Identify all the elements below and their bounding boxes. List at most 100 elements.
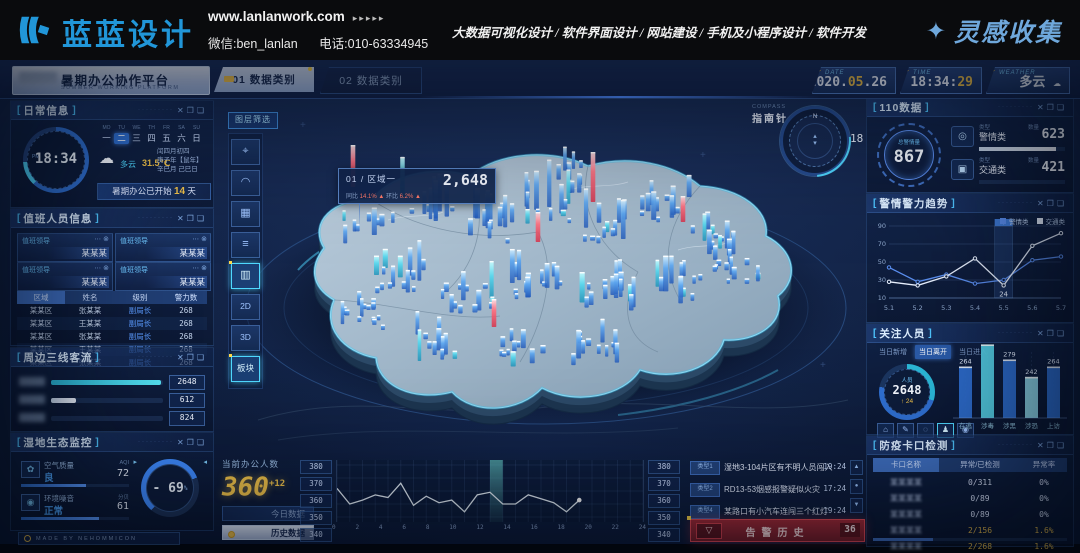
flow-value: 824 bbox=[169, 411, 205, 426]
lanlan-logo-icon bbox=[16, 11, 54, 49]
layer-3d-button[interactable]: 3D bbox=[231, 325, 260, 351]
layer-2d-button[interactable]: 2D bbox=[231, 294, 260, 320]
blurred-label bbox=[19, 395, 45, 404]
checkpoint-row: 某某某某0/3110% bbox=[873, 476, 1067, 490]
brand-website[interactable]: www.lanlanwork.com bbox=[208, 9, 345, 24]
week-row: MO一 TU二 WE三 TH四 FR五 SA六 SU日 bbox=[99, 125, 205, 144]
tab-data-category-2[interactable]: 02 数据类别 bbox=[320, 67, 422, 94]
y-axis-left: 380370360350340 bbox=[300, 460, 332, 545]
sparkle-star-icon: ✦ bbox=[926, 17, 946, 46]
cloud-icon: ☁ bbox=[1053, 75, 1061, 90]
scroll-dot-icon[interactable]: ● bbox=[850, 479, 863, 494]
layer-location-button[interactable]: ⌖ bbox=[231, 139, 260, 165]
alert-time: 17:24 bbox=[823, 484, 846, 493]
scroll-down-icon[interactable]: ▼ bbox=[850, 498, 863, 513]
summer-notice: 暑期办公已开始 14 天 bbox=[97, 183, 211, 200]
expand-icon: ❏ bbox=[197, 214, 207, 223]
gauge-right-arrow: ◂ bbox=[203, 458, 207, 466]
window-controls[interactable]: ✕❐❏ bbox=[1037, 103, 1067, 112]
tab-left-today[interactable]: 当日离开 bbox=[915, 345, 951, 359]
layer-chart-button[interactable]: ▥ bbox=[231, 263, 260, 289]
time-value: 18:34:29 bbox=[910, 75, 973, 90]
brand-contact: www.lanlanwork.com▸▸▸▸▸ 微信:ben_lanlan 电话… bbox=[208, 8, 446, 52]
close-icon: ✕ bbox=[1037, 441, 1047, 450]
duty-leader-card[interactable]: 值班领导⋯ ⊗某某某 bbox=[115, 262, 211, 291]
table-header: 卡口名称异常/已检测异常率 bbox=[873, 458, 1067, 472]
location-pin-icon: ⌖ bbox=[242, 145, 248, 157]
window-controls[interactable]: ✕❐❏ bbox=[177, 106, 207, 115]
svg-text:264: 264 bbox=[1047, 358, 1059, 366]
tab-data-category-1[interactable]: 01 数据类别 bbox=[214, 67, 314, 92]
window-controls[interactable]: ✕❐❏ bbox=[177, 214, 207, 223]
gauge-left-arrow: ▸ bbox=[133, 458, 137, 466]
panel-title: 防疫卡口检测 bbox=[879, 438, 948, 453]
corner-dot bbox=[991, 70, 995, 74]
window-controls[interactable]: ✕❐❏ bbox=[177, 353, 207, 362]
compass-bearing: 18 bbox=[850, 132, 863, 145]
brand-phone: 电话:010-63334945 bbox=[319, 37, 428, 51]
eco-gauge: - 69% bbox=[141, 459, 199, 517]
window-controls[interactable]: ✕❐❏ bbox=[1037, 329, 1067, 338]
restore-icon: ❐ bbox=[1047, 441, 1057, 450]
bus-icon: ▣ bbox=[951, 159, 974, 180]
x-axis-labels: 024681012141618202224 bbox=[332, 524, 646, 531]
svg-text:30: 30 bbox=[878, 276, 886, 284]
close-icon: ✕ bbox=[177, 353, 187, 362]
window-controls[interactable]: ✕❐❏ bbox=[1037, 441, 1067, 450]
platform-title-plate: 暑期办公协作平台 SUMMER WORKING PLATFORM bbox=[12, 66, 210, 95]
credit-footer: MADE BY NEHOMMICON bbox=[18, 532, 180, 545]
alert-text: 湿地3-104片区有不明人员闯入 bbox=[724, 462, 832, 473]
panel-passenger-flow: [周边三线客流]·········✕❐❏ 2648 612 824 bbox=[10, 347, 214, 432]
inspiration-collect[interactable]: ✦ 灵感收集 bbox=[926, 13, 1062, 49]
alarm-history-button[interactable]: ▽ 告警历史 36 bbox=[690, 519, 865, 542]
svg-text:5.6: 5.6 bbox=[1027, 304, 1037, 312]
weekday: FR五 bbox=[159, 125, 174, 144]
weather-value: 多云 ☁ bbox=[1019, 71, 1061, 90]
window-controls[interactable]: ✕❐❏ bbox=[1037, 199, 1067, 208]
layer-grid-button[interactable]: ▦ bbox=[231, 201, 260, 227]
corner-dot bbox=[817, 70, 821, 74]
weekday-active: TU二 bbox=[114, 125, 129, 144]
clock-widget: PM 18:34 bbox=[23, 127, 89, 193]
city-3d-map[interactable] bbox=[238, 90, 854, 450]
layer-list-button[interactable]: ≡ bbox=[231, 232, 260, 258]
alert-text: RD13-53烟感报警疑似火灾 bbox=[724, 484, 820, 495]
restore-icon: ❐ bbox=[1047, 199, 1057, 208]
restore-icon: ❐ bbox=[187, 353, 197, 362]
office-trend-chart bbox=[336, 460, 644, 522]
duty-leader-card[interactable]: 值班领导⋯ ⊗某某某 bbox=[17, 262, 113, 291]
list-icon: ≡ bbox=[242, 238, 248, 250]
panel-checkpoint: [防疫卡口检测]·········✕❐❏ 卡口名称异常/已检测异常率 某某某某0… bbox=[866, 435, 1074, 547]
more-icon: ⋯ ⊗ bbox=[192, 264, 207, 272]
scroll-up-icon[interactable]: ▲ bbox=[850, 460, 863, 475]
svg-text:在逃: 在逃 bbox=[959, 421, 973, 430]
svg-text:10: 10 bbox=[878, 294, 886, 302]
layer-signal-button[interactable]: ◠ bbox=[231, 170, 260, 196]
alarm-count-badge: 36 bbox=[840, 523, 860, 537]
alert-item[interactable]: 类型2RD13-53烟感报警疑似火灾17:24 bbox=[690, 480, 846, 502]
panel-title: 关注人员 bbox=[879, 326, 925, 341]
tooltip-ratios: 同比 14.1% ▲ 环比 6.2% ▲ bbox=[346, 191, 421, 200]
tab-marker-icon bbox=[224, 76, 234, 82]
tooltip-region: 01 / 区域一 bbox=[346, 173, 396, 185]
layer-filter-toolbar: 图层筛选 ⌖ ◠ ▦ ≡ ▥ 2D 3D 板块 bbox=[228, 112, 278, 389]
panel-focus-personnel: [关注人员]·········✕❐❏ 当日新增 当日离开 当日进入 人员 264… bbox=[866, 323, 1074, 435]
tab-new-today[interactable]: 当日新增 bbox=[875, 345, 911, 359]
alert-time: 19:24 bbox=[823, 462, 846, 471]
expand-icon: ❏ bbox=[197, 438, 207, 447]
scrollbar[interactable] bbox=[873, 538, 1067, 541]
close-icon: ✕ bbox=[1037, 329, 1047, 338]
svg-text:242: 242 bbox=[1025, 368, 1037, 376]
window-controls[interactable]: ✕❐❏ bbox=[177, 438, 207, 447]
svg-text:50: 50 bbox=[878, 258, 886, 266]
layer-block-button[interactable]: 板块 bbox=[231, 356, 260, 382]
compass-north: N bbox=[783, 114, 847, 120]
office-count: 当前办公人数 360+12 今日数据 历史数据 bbox=[222, 458, 308, 540]
signal-icon: ◠ bbox=[241, 176, 251, 188]
y-axis-right: 380370360350340 bbox=[648, 460, 680, 545]
duty-leader-card[interactable]: 值班领导⋯ ⊗某某某 bbox=[17, 233, 113, 262]
traffic-type-item: ▣ 类型交通类 数量421 bbox=[951, 156, 1065, 190]
duty-leader-card[interactable]: 值班领导⋯ ⊗某某某 bbox=[115, 233, 211, 262]
alert-item[interactable]: 类型1湿地3-104片区有不明人员闯入19:24 bbox=[690, 458, 846, 480]
alarm-history-label: 告警历史 bbox=[691, 524, 864, 539]
